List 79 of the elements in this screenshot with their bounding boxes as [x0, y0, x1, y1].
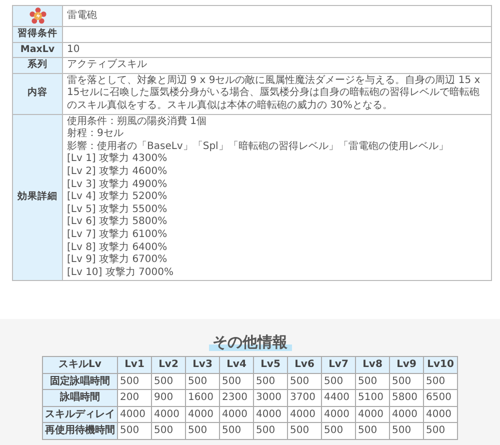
table-cell: 5100	[356, 390, 390, 406]
table-cell: 4000	[118, 406, 152, 423]
table-cell: 500	[152, 373, 186, 390]
row-label: スキルディレイ	[42, 406, 118, 423]
effect-line: [Lv 1] 攻撃力 4300%	[67, 153, 168, 166]
table-cell: 4000	[322, 406, 356, 423]
table-cell: 4000	[186, 406, 220, 423]
table-cell: 500	[288, 373, 322, 390]
table-cell: 500	[390, 422, 424, 440]
column-header: Lv3	[186, 356, 220, 374]
table-cell: 500	[390, 373, 424, 390]
table-cell: 500	[220, 422, 254, 440]
effect-line: [Lv 10] 攻撃力 7000%	[67, 266, 175, 280]
table-cell: 500	[356, 422, 390, 440]
table-cell: 500	[152, 422, 186, 440]
table-cell: 900	[152, 390, 186, 406]
table-cell: 3700	[288, 390, 322, 406]
column-header: Lv2	[152, 356, 186, 374]
column-header: Lv9	[390, 356, 424, 374]
table-cell: 500	[254, 373, 288, 390]
table-cell: 500	[118, 373, 152, 390]
column-header: Lv6	[288, 356, 322, 374]
column-header: スキルLv	[42, 356, 118, 374]
effect-line: 影響：使用者の「BaseLv」「Spl」「暗転砲の習得レベル」「雷電砲の使用レベル」	[67, 140, 450, 152]
effect-line: [Lv 9] 攻撃力 6700%	[67, 254, 168, 266]
effect-line: 使用条件：朔風の陽炎消費 1個	[67, 116, 208, 128]
effect-line: [Lv 4] 攻撃力 5200%	[67, 191, 168, 204]
table-cell: 500	[322, 422, 356, 440]
table-cell: 4000	[288, 406, 322, 423]
table-cell: 500	[220, 373, 254, 390]
column-header: Lv4	[220, 356, 254, 374]
table-cell: 500	[288, 422, 322, 440]
row-label: MaxLv	[12, 42, 62, 58]
effect-line: [Lv 3] 攻撃力 4900%	[67, 178, 168, 190]
table-cell: 1600	[186, 390, 220, 406]
table-cell: 4000	[254, 406, 288, 423]
row-label: 内容	[12, 73, 62, 114]
effect-line: [Lv 8] 攻撃力 6400%	[67, 242, 168, 254]
effect-line: 射程：9セル	[67, 128, 124, 140]
table-cell: 4000	[220, 406, 254, 423]
skill-name: 雷電砲	[62, 6, 492, 26]
row-label: 効果詳細	[12, 114, 62, 281]
table-cell: 500	[186, 373, 220, 390]
table-cell: 6500	[424, 390, 458, 406]
table-cell: 500	[118, 422, 152, 440]
row-label: 習得条件	[12, 26, 62, 42]
table-cell: 500	[424, 373, 458, 390]
table-cell: 500	[424, 422, 458, 440]
effect-line: [Lv 7] 攻撃力 6100%	[67, 228, 168, 242]
row-value: アクティブスキル	[62, 58, 492, 74]
table-cell: 200	[118, 390, 152, 406]
effect-line: [Lv 5] 攻撃力 5500%	[67, 204, 168, 216]
table-cell: 2300	[220, 390, 254, 406]
skill-icon	[28, 7, 46, 25]
table-cell: 4000	[152, 406, 186, 423]
table-cell: 500	[356, 373, 390, 390]
table-cell: 4000	[390, 406, 424, 423]
row-label: 系列	[12, 58, 62, 74]
section-heading: その他情報	[208, 333, 292, 352]
table-cell: 500	[254, 422, 288, 440]
row-label: 詠唱時間	[42, 390, 118, 406]
column-header: Lv8	[356, 356, 390, 374]
column-header: Lv1	[118, 356, 152, 374]
column-header: Lv10	[424, 356, 458, 374]
table-cell: 500	[322, 373, 356, 390]
table-cell: 4000	[356, 406, 390, 423]
table-cell: 3000	[254, 390, 288, 406]
row-value: 雷を落として、対象と周辺 9 x 9セルの敵に風属性魔法ダメージを与える。自身の周辺 15 x 15セルに召喚した蜃気楼分身がいる場合、蜃気楼分身は自身の暗転砲の習得レベルで暗転砲のスキル真似をする。スキル真似は本体の暗転砲の威力の 30%となる。	[62, 73, 492, 114]
row-label: 再使用待機時間	[42, 422, 118, 440]
table-cell: 4400	[322, 390, 356, 406]
column-header: Lv7	[322, 356, 356, 374]
effect-line: [Lv 2] 攻撃力 4600%	[67, 166, 168, 178]
table-cell: 5800	[390, 390, 424, 406]
table-cell: 500	[186, 422, 220, 440]
column-header: Lv5	[254, 356, 288, 374]
row-value: 10	[62, 42, 492, 58]
row-label: 固定詠唱時間	[42, 373, 118, 390]
table-cell: 4000	[424, 406, 458, 423]
effect-line: [Lv 6] 攻撃力 5800%	[67, 216, 168, 228]
